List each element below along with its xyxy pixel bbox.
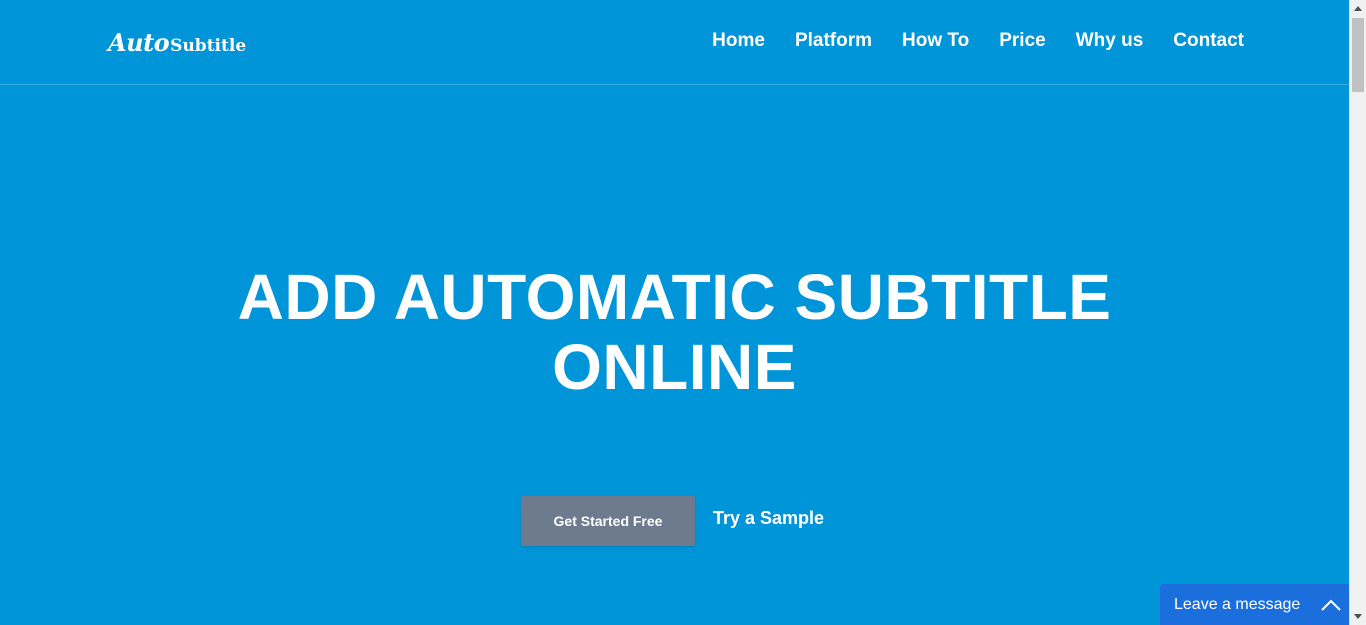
logo-script-text: Auto: [108, 28, 170, 57]
logo[interactable]: Auto Subtitle: [108, 28, 246, 57]
navbar: Auto Subtitle Home Platform How To Price…: [0, 0, 1349, 85]
scroll-down-arrow-icon[interactable]: [1350, 608, 1366, 625]
nav-home[interactable]: Home: [712, 30, 765, 52]
page-scrollbar[interactable]: [1349, 0, 1366, 625]
try-sample-link[interactable]: Try a Sample: [713, 508, 824, 529]
nav-how-to[interactable]: How To: [902, 30, 969, 52]
hero-title-line-1: ADD AUTOMATIC SUBTITLE: [237, 261, 1112, 333]
nav-why-us[interactable]: Why us: [1076, 30, 1144, 52]
get-started-button[interactable]: Get Started Free: [521, 496, 695, 546]
scroll-up-arrow-icon[interactable]: [1350, 0, 1366, 17]
nav-price[interactable]: Price: [999, 30, 1045, 52]
logo-bold-text: Subtitle: [170, 36, 247, 56]
chat-label: Leave a message: [1174, 595, 1301, 613]
scroll-thumb[interactable]: [1352, 18, 1364, 92]
chevron-up-icon[interactable]: [1320, 598, 1342, 612]
main-nav: Home Platform How To Price Why us Contac…: [712, 30, 1244, 52]
page: Auto Subtitle Home Platform How To Price…: [0, 0, 1350, 625]
hero-title: ADD AUTOMATIC SUBTITLE ONLINE: [0, 262, 1349, 402]
hero-title-line-2: ONLINE: [552, 331, 797, 403]
nav-platform[interactable]: Platform: [795, 30, 872, 52]
nav-contact[interactable]: Contact: [1173, 30, 1244, 52]
chat-widget[interactable]: Leave a message: [1160, 584, 1350, 625]
